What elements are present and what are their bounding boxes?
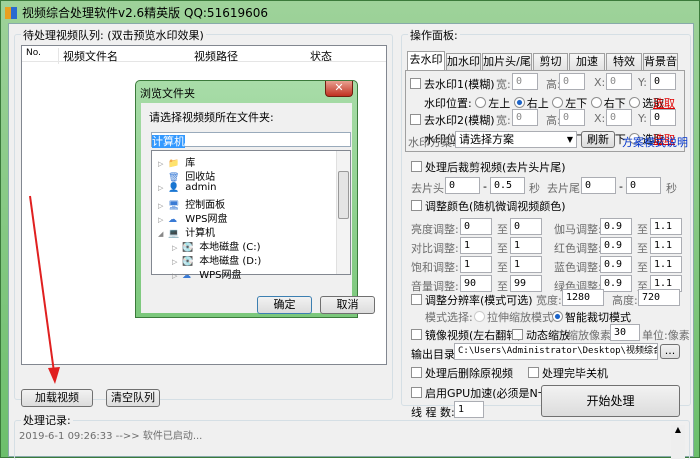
arrow-head: [48, 367, 60, 384]
arrow-line: [29, 195, 55, 373]
red-arrow-annotation: [29, 195, 60, 384]
